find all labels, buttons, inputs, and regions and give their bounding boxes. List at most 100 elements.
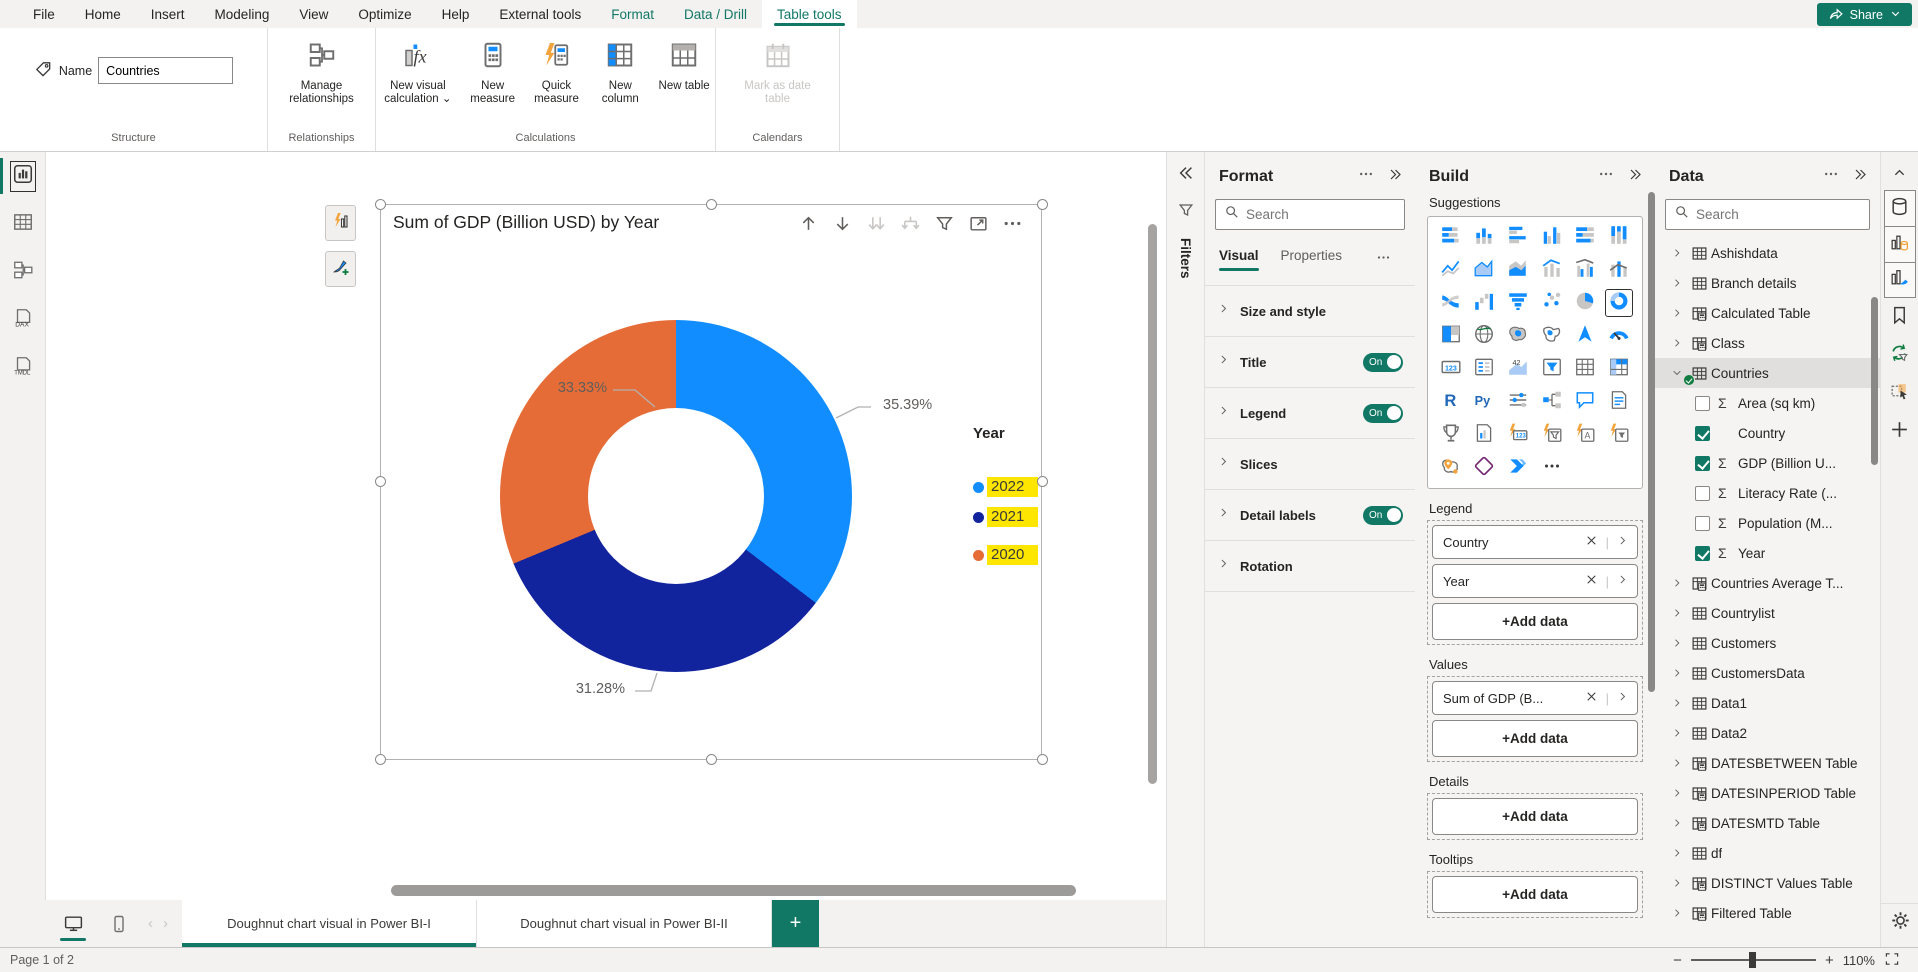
remove-field-icon[interactable] bbox=[1584, 533, 1599, 551]
visual-type-azure-map[interactable] bbox=[1572, 323, 1598, 349]
resize-handle[interactable] bbox=[1037, 754, 1048, 765]
chevron-right-icon[interactable] bbox=[1667, 337, 1687, 349]
resize-handle[interactable] bbox=[1037, 476, 1048, 487]
data-table-distinct-values-table[interactable]: DISTINCT Values Table bbox=[1655, 868, 1880, 898]
rail-bookmarks-button[interactable] bbox=[1884, 300, 1916, 336]
visual-type-map[interactable] bbox=[1471, 323, 1497, 349]
sidebar-item-model-view[interactable] bbox=[0, 248, 46, 296]
visual-type-qa-visual[interactable] bbox=[1572, 389, 1598, 415]
add-data-button[interactable]: +Add data bbox=[1432, 876, 1638, 913]
format-suggestions-button[interactable] bbox=[325, 251, 356, 287]
data-pane-scrollbar[interactable] bbox=[1871, 297, 1878, 465]
chevron-right-icon[interactable] bbox=[1667, 607, 1687, 619]
legend-item-2020[interactable]: 2020 bbox=[973, 543, 1038, 567]
analyze-button[interactable] bbox=[325, 205, 356, 241]
visual-type-kpi[interactable]: 42 bbox=[1505, 356, 1531, 382]
sidebar-item-tmdl-view[interactable]: TMDL bbox=[0, 344, 46, 392]
field-checkbox[interactable] bbox=[1695, 546, 1710, 561]
visual-type-scatter-chart[interactable] bbox=[1539, 290, 1565, 316]
more-options-icon[interactable] bbox=[1598, 166, 1614, 187]
previous-page-arrow[interactable]: ‹ bbox=[148, 915, 153, 932]
visual-type-button-slicer[interactable] bbox=[1606, 422, 1632, 448]
visual-type-stacked-bar-chart[interactable] bbox=[1438, 224, 1464, 250]
visual-type-100-stacked-column-chart[interactable] bbox=[1606, 224, 1632, 250]
visual-type-more-visuals[interactable] bbox=[1539, 455, 1565, 481]
data-search[interactable] bbox=[1665, 199, 1870, 230]
format-section-detail-labels[interactable]: Detail labelsOn bbox=[1205, 490, 1415, 541]
resize-handle[interactable] bbox=[375, 754, 386, 765]
visual-type-power-apps[interactable] bbox=[1471, 455, 1497, 481]
menu-item-help[interactable]: Help bbox=[427, 0, 485, 28]
visual-type-new-card[interactable]: 123 bbox=[1505, 422, 1531, 448]
chevron-right-icon[interactable] bbox=[1667, 637, 1687, 649]
visual-type-r-script-visual[interactable]: R bbox=[1438, 389, 1464, 415]
visual-type-stacked-column-chart[interactable] bbox=[1471, 224, 1497, 250]
visual-type-table[interactable] bbox=[1572, 356, 1598, 382]
mobile-layout-button[interactable] bbox=[104, 907, 134, 941]
more-options-icon[interactable] bbox=[1358, 166, 1374, 187]
data-field-area-sq-km-[interactable]: Σ Area (sq km) bbox=[1655, 388, 1880, 418]
rail-data-pane-button[interactable] bbox=[1884, 190, 1916, 226]
field-checkbox[interactable] bbox=[1695, 486, 1710, 501]
visual-type-python-visual[interactable]: Py bbox=[1471, 389, 1497, 415]
data-field-country[interactable]: Country bbox=[1655, 418, 1880, 448]
zoom-slider[interactable] bbox=[1691, 959, 1816, 961]
visual-type-decomposition-tree[interactable] bbox=[1539, 389, 1565, 415]
visual-type-smart-narrative[interactable] bbox=[1606, 389, 1632, 415]
new-visual-calculation-button[interactable]: fxNew visual calculation ⌄ bbox=[376, 36, 460, 106]
resize-handle[interactable] bbox=[1037, 199, 1048, 210]
data-table-datesbetween-table[interactable]: DATESBETWEEN Table bbox=[1655, 748, 1880, 778]
format-section-slices[interactable]: Slices bbox=[1205, 439, 1415, 490]
remove-field-icon[interactable] bbox=[1584, 572, 1599, 590]
collapse-pane-icon[interactable] bbox=[1853, 167, 1868, 187]
rail-sync-slicers-button[interactable] bbox=[1884, 338, 1916, 374]
resize-handle[interactable] bbox=[706, 199, 717, 210]
data-table-datesmtd-table[interactable]: DATESMTD Table bbox=[1655, 808, 1880, 838]
more-tabs-icon[interactable] bbox=[1376, 250, 1391, 270]
donut-chart-visual[interactable]: Sum of GDP (Billion USD) by Year 33.33%3… bbox=[380, 204, 1042, 760]
chevron-right-icon[interactable] bbox=[1667, 847, 1687, 859]
menu-item-insert[interactable]: Insert bbox=[136, 0, 200, 28]
visual-type-matrix[interactable] bbox=[1606, 356, 1632, 382]
format-section-size-and-style[interactable]: Size and style bbox=[1205, 286, 1415, 337]
manage-relationships-button[interactable]: Manage relationships bbox=[280, 36, 364, 106]
collapse-pane-icon[interactable] bbox=[1628, 167, 1643, 187]
drill-down-icon[interactable] bbox=[832, 213, 853, 239]
resize-handle[interactable] bbox=[706, 754, 717, 765]
data-field-year[interactable]: Σ Year bbox=[1655, 538, 1880, 568]
chevron-right-icon[interactable] bbox=[1667, 757, 1687, 769]
rail-add-visual-button[interactable] bbox=[1884, 414, 1916, 450]
field-pill[interactable]: Year | bbox=[1432, 564, 1638, 598]
expand-filters-icon[interactable] bbox=[1177, 164, 1195, 187]
sidebar-item-report-view[interactable] bbox=[0, 152, 46, 200]
share-button[interactable]: Share bbox=[1817, 3, 1912, 26]
data-table-datesinperiod-table[interactable]: DATESINPERIOD Table bbox=[1655, 778, 1880, 808]
menu-item-data-drill[interactable]: Data / Drill bbox=[669, 0, 762, 28]
page-tab-2[interactable]: Doughnut chart visual in Power BI-II bbox=[477, 900, 772, 947]
format-search[interactable] bbox=[1215, 199, 1405, 230]
next-page-arrow[interactable]: › bbox=[163, 915, 168, 932]
visual-type-donut-chart[interactable] bbox=[1606, 290, 1632, 316]
new-table-button[interactable]: New table bbox=[653, 36, 715, 93]
visual-type-power-automate[interactable] bbox=[1505, 455, 1531, 481]
more-options-icon[interactable] bbox=[1823, 166, 1839, 187]
visual-type-ribbon-chart[interactable] bbox=[1438, 290, 1464, 316]
sidebar-item-dax-query-view[interactable]: DAX bbox=[0, 296, 46, 344]
visual-type-stacked-area-chart[interactable] bbox=[1505, 257, 1531, 283]
resize-handle[interactable] bbox=[375, 476, 386, 487]
field-pill[interactable]: Sum of GDP (B... | bbox=[1432, 681, 1638, 715]
new-page-button[interactable]: + bbox=[772, 900, 819, 947]
collapse-rail-icon[interactable] bbox=[1884, 154, 1916, 190]
data-field-population-m-[interactable]: Σ Population (M... bbox=[1655, 508, 1880, 538]
visual-type-metrics[interactable] bbox=[1438, 422, 1464, 448]
canvas-horizontal-scrollbar[interactable] bbox=[391, 885, 1076, 896]
drill-up-icon[interactable] bbox=[798, 213, 819, 239]
chevron-right-icon[interactable] bbox=[1667, 667, 1687, 679]
visual-type-line-and-stacked-column-chart[interactable] bbox=[1539, 257, 1565, 283]
rail-selection-button[interactable] bbox=[1884, 376, 1916, 412]
visual-type-filled-map[interactable] bbox=[1505, 323, 1531, 349]
visual-type-multi-row-card[interactable] bbox=[1471, 356, 1497, 382]
zoom-slider-handle[interactable] bbox=[1749, 952, 1756, 968]
data-table-countries[interactable]: Countries bbox=[1655, 358, 1880, 388]
report-canvas[interactable]: Sum of GDP (Billion USD) by Year 33.33%3… bbox=[46, 152, 1166, 900]
